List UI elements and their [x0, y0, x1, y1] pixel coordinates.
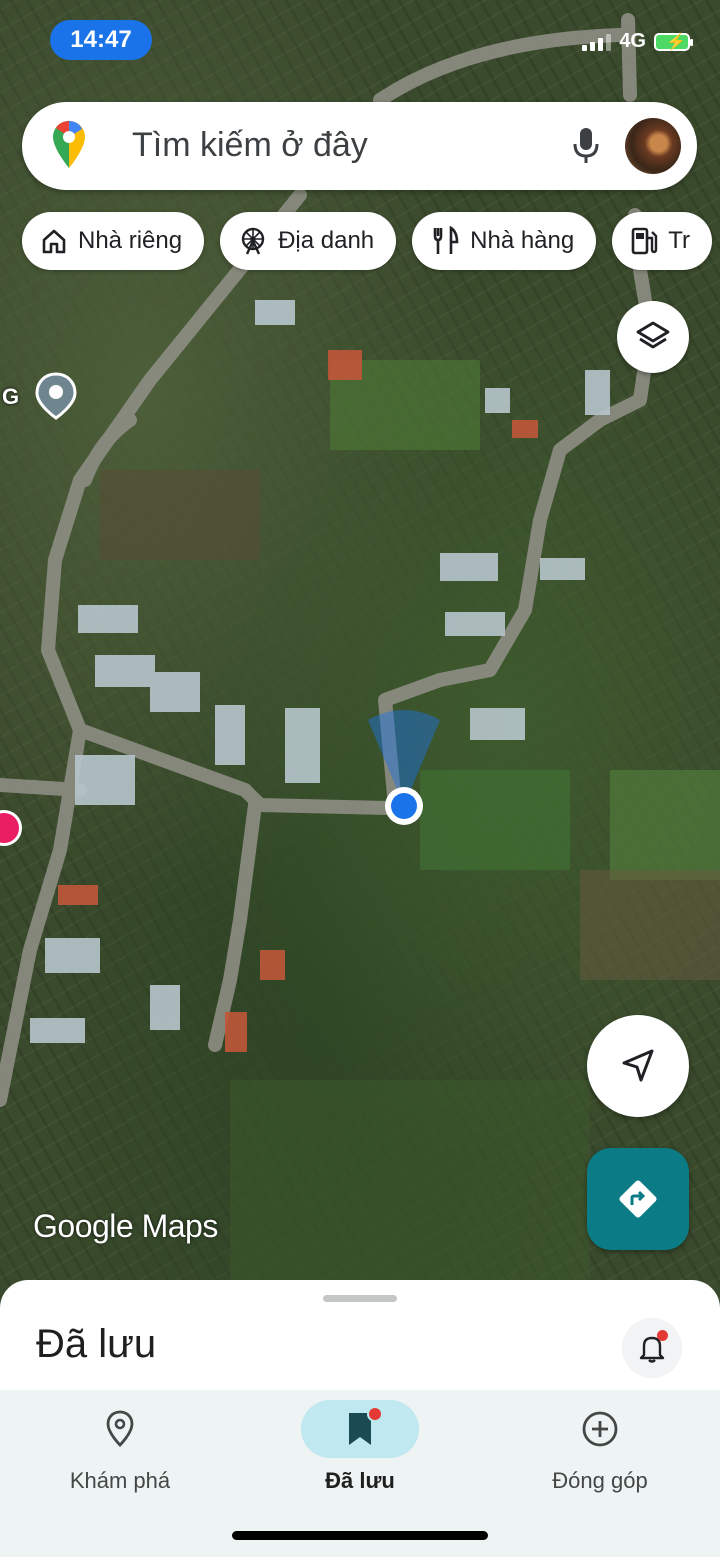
- network-type: 4G: [619, 30, 646, 52]
- saved-sheet[interactable]: Đã lưu: [0, 1280, 720, 1390]
- add-circle-icon: [582, 1411, 618, 1447]
- layers-icon: [636, 321, 670, 349]
- sheet-title: Đã lưu: [36, 1322, 157, 1366]
- chip-label: Địa danh: [278, 227, 375, 254]
- nav-label: Khám phá: [69, 1468, 171, 1493]
- chip-label: Tr: [668, 227, 690, 254]
- chip-gas[interactable]: Tr: [612, 212, 712, 270]
- chip-landmarks[interactable]: Địa danh: [220, 212, 397, 270]
- chip-label: Nhà riêng: [78, 227, 183, 254]
- sheet-drag-handle[interactable]: [323, 1295, 397, 1302]
- google-maps-watermark: Google Maps: [33, 1208, 218, 1244]
- my-location-button[interactable]: [587, 1015, 689, 1117]
- status-time: 14:47: [50, 20, 152, 60]
- category-chips: Nhà riêng Địa danh Nhà hàng Tr: [22, 212, 712, 272]
- nav-explore[interactable]: Khám phá: [0, 1390, 240, 1510]
- search-bar[interactable]: Tìm kiếm ở đây: [22, 102, 697, 190]
- layers-button[interactable]: [617, 301, 689, 373]
- nav-label: Đã lưu: [325, 1468, 395, 1493]
- poi-label: G: [2, 384, 20, 409]
- nav-saved[interactable]: Đã lưu: [240, 1390, 480, 1510]
- poi-marker-icon[interactable]: [34, 372, 78, 425]
- gas-station-icon: [631, 227, 658, 255]
- home-icon: [42, 229, 66, 254]
- directions-button[interactable]: [587, 1148, 689, 1250]
- chip-label: Nhà hàng: [470, 227, 575, 254]
- battery-charging-icon: ⚡: [654, 32, 693, 51]
- google-maps-pin-icon: [52, 120, 86, 175]
- search-input[interactable]: Tìm kiếm ở đây: [132, 126, 368, 165]
- nav-label: Đóng góp: [552, 1468, 648, 1493]
- ferris-wheel-icon: [241, 227, 265, 255]
- signal-bars-icon: [582, 33, 612, 51]
- microphone-icon[interactable]: [570, 126, 602, 171]
- fork-knife-icon: [433, 226, 459, 254]
- explore-pin-icon: [106, 1410, 134, 1447]
- chip-restaurants[interactable]: Nhà hàng: [412, 212, 597, 270]
- navigation-arrow-icon: [622, 1049, 654, 1082]
- nav-contribute[interactable]: Đóng góp: [480, 1390, 720, 1510]
- home-indicator[interactable]: [232, 1531, 488, 1540]
- notification-badge: [657, 1330, 668, 1341]
- notifications-button[interactable]: [622, 1318, 682, 1378]
- profile-avatar[interactable]: [625, 118, 681, 174]
- status-icons: 4G ⚡: [582, 30, 693, 53]
- directions-icon: [619, 1180, 657, 1218]
- saved-badge: [367, 1406, 383, 1422]
- chip-home[interactable]: Nhà riêng: [22, 212, 205, 270]
